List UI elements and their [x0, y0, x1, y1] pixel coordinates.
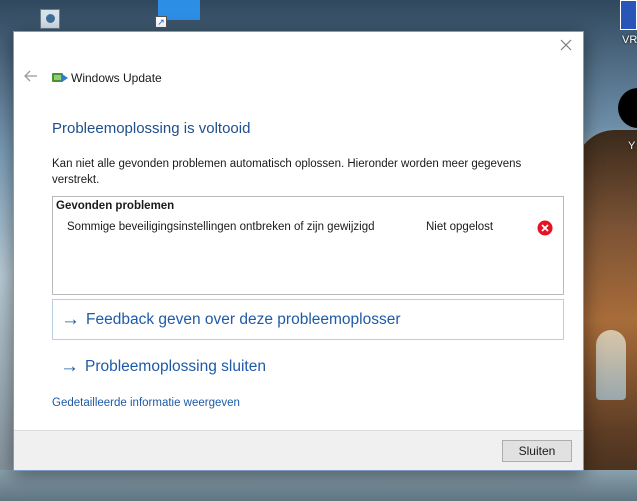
detailed-info-link[interactable]: Gedetailleerde informatie weergeven	[52, 397, 240, 409]
feedback-link-label: Feedback geven over deze probleemoplosse…	[86, 310, 401, 328]
problem-name: Sommige beveiligingsinstellingen ontbrek…	[67, 221, 375, 233]
arrow-right-icon: →	[61, 308, 80, 330]
feedback-link[interactable]: → Feedback geven over deze probleemoplos…	[52, 299, 564, 340]
desktop-shortcut-label: Y	[628, 140, 636, 152]
window-title: Windows Update	[71, 71, 162, 85]
shortcut-arrow-icon: ↗	[155, 16, 167, 28]
close-icon-glyph	[560, 39, 572, 51]
close-troubleshooter-label: Probleemoplossing sluiten	[85, 357, 266, 375]
rock-arch	[596, 330, 626, 400]
desktop-shortcut-icon[interactable]	[40, 9, 60, 29]
arrow-right-icon: →	[60, 355, 79, 377]
problems-list: Gevonden problemen Sommige beveiligingsi…	[52, 196, 564, 295]
close-icon[interactable]	[555, 38, 577, 58]
error-icon	[537, 220, 553, 236]
rock-formation	[575, 130, 637, 501]
back-arrow-icon[interactable]	[22, 69, 40, 87]
page-title: Probleemoplossing is voltooid	[52, 120, 251, 137]
problem-row: Sommige beveiligingsinstellingen ontbrek…	[53, 217, 563, 239]
back-arrow-glyph	[24, 70, 37, 82]
dialog-footer: Sluiten	[14, 430, 583, 470]
desktop-shortcut-icon[interactable]	[620, 0, 637, 30]
troubleshooter-dialog: Windows Update Probleemoplossing is volt…	[13, 31, 584, 471]
desktop-shortcut-label: VR	[622, 34, 637, 46]
close-troubleshooter-link[interactable]: → Probleemoplossing sluiten	[52, 346, 564, 387]
description-text: Kan niet alle gevonden problemen automat…	[52, 158, 522, 186]
problem-status: Niet opgelost	[426, 221, 494, 233]
sea	[0, 470, 637, 501]
close-button[interactable]: Sluiten	[502, 440, 572, 462]
problems-header: Gevonden problemen	[56, 200, 175, 212]
windows-update-icon	[52, 73, 68, 82]
